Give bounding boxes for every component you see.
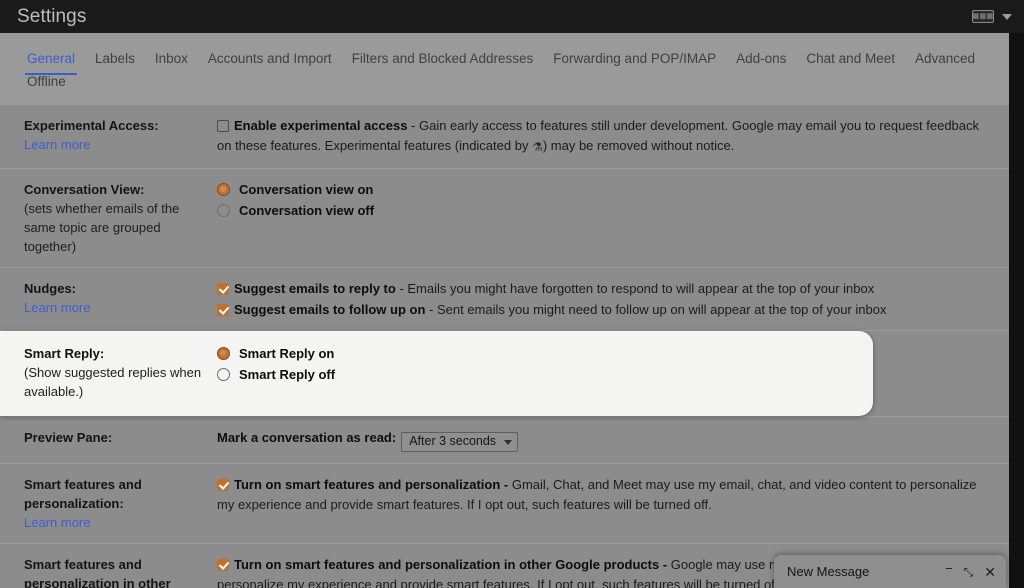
flask-icon: ⚗ [532,139,543,154]
option-label-conversation-view-off: Conversation view off [239,202,375,218]
row-nudges: Nudges: Learn more Suggest emails to rep… [0,268,1009,332]
option-label-turn-on-smart-features-other-products: Turn on smart features and personalizati… [234,557,671,573]
radio-smart-reply-off[interactable] [217,367,230,381]
titlebar-actions: ▦▦▦ [972,0,1012,33]
learn-more-nudges[interactable]: Learn more [24,298,211,317]
option-label-turn-on-smart-features: Turn on smart features and personalizati… [234,477,512,493]
tab-forwarding-and-pop-imap[interactable]: Forwarding and POP/IMAP [543,48,726,71]
row-body-smart-features: Turn on smart features and personalizati… [217,475,989,514]
keyboard-icon[interactable]: ▦▦▦ [972,10,994,23]
row-body-smart-reply: Smart Reply on Smart Reply off [217,344,853,384]
option-label-conversation-view-on: Conversation view on [239,182,374,198]
tab-labels[interactable]: Labels [85,48,145,71]
tab-filters-and-blocked-addresses[interactable]: Filters and Blocked Addresses [342,48,544,71]
radio-conversation-view-on[interactable] [217,183,230,197]
row-body-preview-pane: Mark a conversation as read: After 3 seco… [217,428,989,453]
row-label-smart-features-other-products: Smart features and personalization in ot… [24,555,217,588]
option-label-suggest-emails-to-reply-to: Suggest emails to reply to [234,281,396,297]
checkbox-turn-on-smart-features[interactable] [217,479,229,492]
row-label-nudges: Nudges: Learn more [24,279,217,317]
checkbox-turn-on-smart-features-other-products[interactable] [217,559,229,572]
settings-window: Settings ▦▦▦ General Labels Inbox Accoun… [0,0,1024,588]
row-label-experimental-access: Experimental Access: Learn more [24,116,217,154]
compose-window[interactable]: New Message − ⤡ ✕ [774,555,1006,588]
keyboard-icon-keys: ▦▦▦ [972,13,994,20]
expand-icon[interactable]: ⤡ [964,566,974,578]
row-smart-reply: Smart Reply: (Show suggested replies whe… [0,331,873,417]
tab-chat-and-meet[interactable]: Chat and Meet [796,48,905,71]
row-label-smart-reply: Smart Reply: (Show suggested replies whe… [24,344,217,401]
row-preview-pane: Preview Pane: Mark a conversation as rea… [0,416,1009,465]
label-preview-pane: Preview Pane: [24,430,113,446]
select-mark-as-read-delay[interactable]: After 3 seconds [401,432,519,453]
row-label-smart-features: Smart features and personalization: Lear… [24,475,217,532]
tab-general[interactable]: General [17,48,85,75]
right-gutter [1009,33,1024,588]
minimize-icon[interactable]: − [945,562,953,575]
checkbox-suggest-emails-to-follow-up-on[interactable] [217,303,229,316]
label-conversation-view: Conversation View: [24,182,145,198]
label-nudges: Nudges: [24,281,76,297]
option-desc-experimental-access-part2: ) may be removed without notice. [542,137,735,153]
option-label-smart-reply-on: Smart Reply on [239,346,335,362]
sublabel-smart-reply: (Show suggested replies when available.) [24,365,202,400]
option-suggest-emails-to-reply-to[interactable]: Suggest emails to reply to - Emails you … [217,279,989,299]
learn-more-smart-features[interactable]: Learn more [24,513,211,532]
option-label-suggest-emails-to-follow-up-on: Suggest emails to follow up on [234,301,426,317]
tab-advanced[interactable]: Advanced [905,48,985,71]
row-label-preview-pane: Preview Pane: [24,428,217,447]
label-smart-features-other-products: Smart features and personalization in ot… [24,557,171,588]
label-smart-features: Smart features and personalization: [24,477,142,512]
row-experimental-access: Experimental Access: Learn more Enable e… [0,105,1009,170]
compose-window-title: New Message [787,564,870,579]
row-conversation-view: Conversation View: (sets whether emails … [0,169,1009,269]
option-desc-suggest-emails-to-reply-to: - Emails you might have forgotten to res… [395,281,875,297]
sublabel-conversation-view: (sets whether emails of the same topic a… [24,201,180,255]
radio-smart-reply-on[interactable] [217,347,230,361]
page-title: Settings [17,5,87,27]
compose-window-actions: − ⤡ ✕ [945,562,996,579]
option-suggest-emails-to-follow-up-on[interactable]: Suggest emails to follow up on - Sent em… [217,300,989,320]
chevron-down-icon[interactable] [1002,13,1012,20]
option-conversation-view-on[interactable]: Conversation view on [217,180,989,200]
chevron-down-icon [504,439,513,445]
option-smart-reply-on[interactable]: Smart Reply on [217,344,853,364]
option-desc-suggest-emails-to-follow-up-on: - Sent emails you might need to follow u… [425,301,887,317]
checkbox-suggest-emails-to-reply-to[interactable] [217,283,229,296]
tab-accounts-and-import[interactable]: Accounts and Import [198,48,342,71]
radio-conversation-view-off[interactable] [217,203,230,217]
tab-add-ons[interactable]: Add-ons [726,48,796,71]
settings-tabbar: General Labels Inbox Accounts and Import… [0,33,1009,122]
tab-inbox[interactable]: Inbox [145,48,198,71]
option-label-enable-experimental-access: Enable experimental access [234,118,408,133]
label-mark-conversation-as-read: Mark a conversation as read: [217,430,397,446]
checkbox-enable-experimental-access[interactable] [217,120,229,132]
row-smart-features: Smart features and personalization: Lear… [0,464,1009,545]
row-label-conversation-view: Conversation View: (sets whether emails … [24,180,217,256]
row-body-conversation-view: Conversation view on Conversation view o… [217,180,989,220]
row-body-experimental-access: Enable experimental access - Gain early … [217,116,989,157]
option-label-smart-reply-off: Smart Reply off [239,366,336,382]
close-icon[interactable]: ✕ [984,565,996,579]
settings-tabs-row-1: General Labels Inbox Accounts and Import… [0,48,1009,94]
settings-panel: General Labels Inbox Accounts and Import… [0,33,1009,588]
option-smart-reply-off[interactable]: Smart Reply off [217,365,853,385]
learn-more-experimental-access[interactable]: Learn more [24,135,211,154]
tab-offline[interactable]: Offline [17,71,76,94]
settings-list: Experimental Access: Learn more Enable e… [0,105,1009,588]
label-smart-reply: Smart Reply: [24,346,105,362]
option-conversation-view-off[interactable]: Conversation view off [217,201,989,221]
label-experimental-access: Experimental Access: [24,118,159,133]
window-titlebar: Settings ▦▦▦ [0,0,1024,33]
row-body-nudges: Suggest emails to reply to - Emails you … [217,279,989,319]
select-mark-as-read-delay-value: After 3 seconds [409,434,497,449]
